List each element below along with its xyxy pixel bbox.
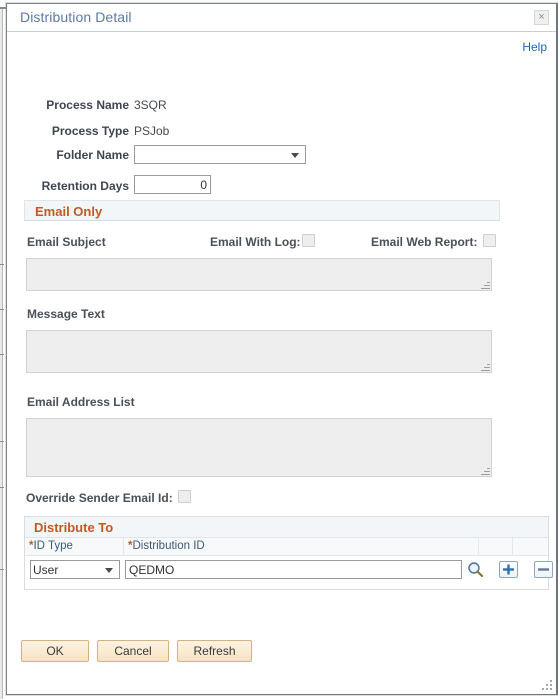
message-text-label: Message Text [27, 307, 105, 321]
dialog-title: Distribution Detail [20, 9, 132, 25]
rail-tick [0, 487, 4, 488]
distribute-to-title-bar: Distribute To [25, 517, 548, 538]
folder-name-select-wrap [134, 145, 306, 164]
distribution-detail-dialog: Distribution Detail × Help Process Name … [6, 3, 558, 695]
override-sender-label: Override Sender Email Id: [26, 491, 173, 505]
email-subject-textarea[interactable] [26, 258, 492, 291]
rail-tick [0, 569, 4, 570]
distribute-to-title: Distribute To [34, 520, 114, 535]
column-header-id-type: *ID Type [25, 538, 124, 556]
rail-tick [0, 309, 4, 310]
id-type-select-wrap: User [30, 560, 120, 579]
rail-tick [0, 441, 4, 442]
email-address-list-label: Email Address List [27, 395, 135, 409]
distribute-to-grid: Distribute To *ID Type *Distribution ID … [24, 516, 553, 590]
rail-tick [0, 264, 4, 265]
distribution-id-input[interactable] [125, 560, 462, 579]
distribute-to-header-row: *ID Type *Distribution ID [25, 538, 548, 556]
email-address-list-textarea[interactable] [26, 418, 492, 477]
minus-icon[interactable] [534, 561, 553, 578]
email-web-report-label: Email Web Report: [371, 235, 478, 249]
retention-days-label: Retention Days [41, 179, 129, 193]
folder-name-select[interactable] [134, 145, 306, 164]
column-header-remove [513, 538, 548, 556]
process-name-value: 3SQR [134, 98, 167, 112]
column-header-id-type-label: ID Type [33, 540, 73, 552]
id-type-select[interactable]: User [30, 560, 120, 579]
email-only-title: Email Only [35, 204, 103, 219]
process-type-value: PSJob [134, 124, 170, 138]
table-row: User [25, 556, 553, 583]
plus-icon[interactable] [499, 561, 518, 578]
override-sender-checkbox[interactable] [178, 490, 191, 503]
retention-days-input[interactable] [134, 175, 211, 194]
email-with-log-label: Email With Log: [210, 235, 301, 249]
dialog-resize-grip[interactable] [541, 679, 552, 690]
cancel-button[interactable]: Cancel [97, 640, 169, 662]
help-link[interactable]: Help [522, 40, 547, 54]
folder-name-label: Folder Name [56, 148, 129, 162]
rail-tick [0, 354, 4, 355]
ok-button[interactable]: OK [21, 640, 89, 662]
refresh-button[interactable]: Refresh [177, 640, 252, 662]
process-type-label: Process Type [51, 124, 129, 138]
email-only-section-header: Email Only [24, 200, 500, 221]
magnifying-glass-icon[interactable] [467, 561, 484, 583]
column-header-distribution-id-label: Distribution ID [132, 540, 205, 552]
process-name-label: Process Name [46, 98, 129, 112]
dialog-body: Help Process Name 3SQR Process Type PSJo… [7, 32, 556, 694]
close-icon[interactable]: × [534, 10, 549, 25]
column-header-add [479, 538, 513, 556]
email-subject-label: Email Subject [27, 235, 106, 249]
message-text-textarea[interactable] [26, 330, 492, 373]
dialog-titlebar: Distribution Detail × [7, 4, 556, 32]
column-header-distribution-id: *Distribution ID [124, 538, 479, 556]
email-with-log-checkbox[interactable] [302, 234, 315, 247]
email-web-report-checkbox[interactable] [483, 234, 496, 247]
